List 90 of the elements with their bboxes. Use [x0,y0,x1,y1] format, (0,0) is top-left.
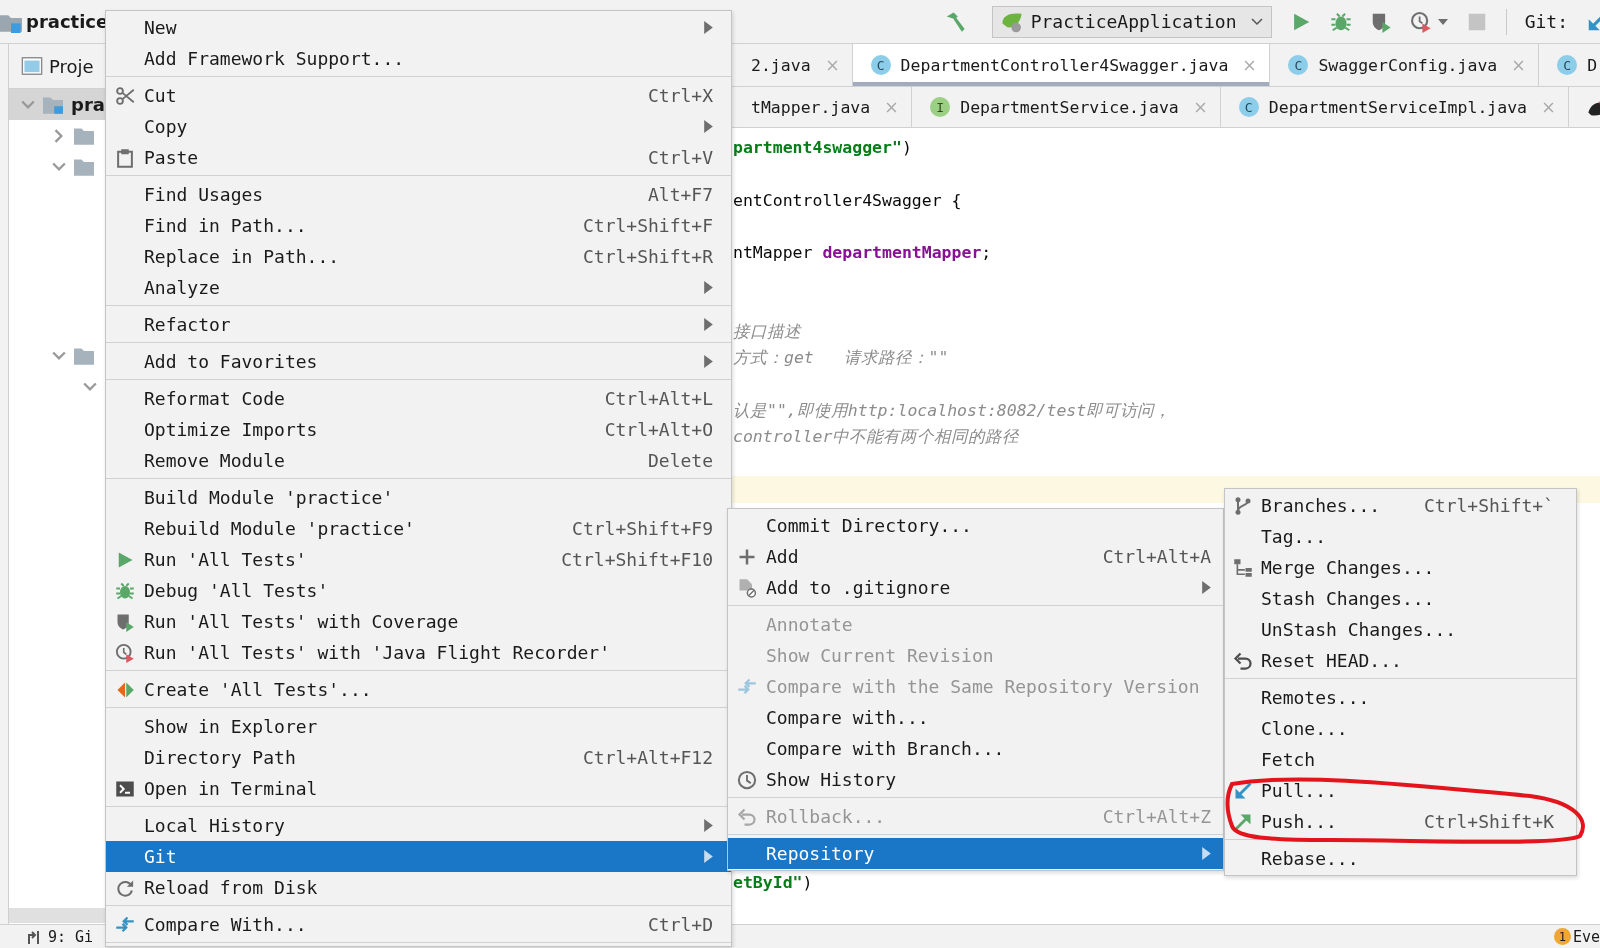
keyboard-shortcut: Delete [647,450,713,471]
menu-item[interactable]: Branches... Ctrl+Shift+` [1225,490,1576,521]
menu-item[interactable]: Paste Ctrl+V [106,142,731,173]
menu-item[interactable]: Add Framework Support... [106,43,731,74]
menu-item[interactable]: Find in Path... Ctrl+Shift+F [106,210,731,241]
menu-item[interactable]: Show History [728,764,1223,795]
menu-item[interactable]: Remove Module Delete [106,445,731,476]
menu-item[interactable]: Remotes... [1225,682,1576,713]
keyboard-shortcut: Alt+F7 [647,184,713,205]
vcs-label: Git: [1524,11,1568,32]
code-line: 方式：get 请求路径："" [733,347,949,369]
keyboard-shortcut: Ctrl+Shift+F [582,215,713,236]
menu-item[interactable]: Reformat Code Ctrl+Alt+L [106,383,731,414]
menu-item[interactable]: Stash Changes... [1225,583,1576,614]
keyboard-shortcut: Ctrl+D [647,914,713,935]
menu-item[interactable]: Push... Ctrl+Shift+K [1225,806,1576,837]
menu-item[interactable]: Run 'All Tests' Ctrl+Shift+F10 [106,544,731,575]
menu-item[interactable]: Optimize Imports Ctrl+Alt+O [106,414,731,445]
menu-item[interactable]: Tag... [1225,521,1576,552]
menu-item[interactable]: Show in Explorer [106,711,731,742]
menu-item[interactable]: New [106,12,731,43]
menu-item[interactable]: Reset HEAD... [1225,645,1576,676]
keyboard-shortcut: Ctrl+Alt+A [1102,546,1211,567]
code-line: partment4swagger") [733,137,912,159]
menu-item[interactable]: Debug 'All Tests' [106,575,731,606]
menu-item[interactable]: Reload from Disk [106,872,731,903]
menu-item[interactable]: Git [106,841,731,872]
menu-item[interactable]: Directory Path Ctrl+Alt+F12 [106,742,731,773]
menu-item[interactable]: Cut Ctrl+X [106,80,731,111]
keyboard-shortcut: Ctrl+Alt+L [604,388,713,409]
code-line: entController4Swagger { [733,189,962,212]
menu-item[interactable]: Merge Changes... [1225,552,1576,583]
keyboard-shortcut: Ctrl+Shift+F10 [561,549,713,570]
menu-item[interactable]: Fetch [1225,744,1576,775]
run-configuration-dropdown[interactable]: PracticeApplication [991,5,1272,38]
code-line: controller中不能有两个相同的路径 [733,425,1020,448]
file-type-icon: C [1288,55,1309,75]
menu-item[interactable]: Run 'All Tests' with Coverage [106,606,731,637]
menu-item[interactable]: Local History [106,810,731,841]
editor-tab[interactable]: C D [1539,44,1600,86]
menu-item[interactable]: Find Usages Alt+F7 [106,179,731,210]
menu-item[interactable]: UnStash Changes... [1225,614,1576,645]
event-log-button[interactable]: Eve [1572,927,1600,946]
menu-item[interactable]: Pull... [1225,775,1576,806]
editor-tab[interactable]: I DepartmentService.java [912,87,1221,127]
menu-item[interactable]: Compare with... [728,702,1223,733]
menu-item[interactable]: Build Module 'practice' [106,482,731,513]
notification-badge: 1 [1553,928,1571,945]
keyboard-shortcut: Ctrl+Alt+O [604,419,713,440]
keyboard-shortcut: Ctrl+Shift+R [582,246,713,267]
menu-item[interactable]: Replace in Path... Ctrl+Shift+R [106,241,731,272]
menu-item[interactable]: Commit Directory... [728,510,1223,541]
keyboard-shortcut: Ctrl+Alt+F12 [582,747,713,768]
menu-item[interactable]: Open in Terminal [106,773,731,804]
project-name[interactable]: practice [26,11,109,32]
menu-item[interactable]: Run 'All Tests' with 'Java Flight Recorder' [106,637,731,668]
menu-item[interactable]: Rebase... [1225,843,1576,874]
menu-item[interactable]: Add Ctrl+Alt+A [728,541,1223,572]
tree-row[interactable]: pra [9,89,106,120]
menu-item[interactable]: Compare with Branch... [728,733,1223,764]
keyboard-shortcut: Ctrl+X [647,85,713,106]
editor-tab[interactable]: C DepartmentController4Swagger.java [852,44,1271,86]
editor-tab[interactable]: tMapper.java [733,87,913,127]
menu-item[interactable]: Refactor [106,309,731,340]
menu-item[interactable]: Analyze [106,272,731,303]
menu-item[interactable]: Rebuild Module 'practice' Ctrl+Shift+F9 [106,513,731,544]
menu-item[interactable]: Add to .gitignore [728,572,1223,603]
menu-item[interactable]: Add to Favorites [106,346,731,377]
keyboard-shortcut: Ctrl+V [647,147,713,168]
file-type-icon: C [1557,55,1578,75]
code-line: 接口描述 [733,320,801,343]
file-type-icon: C [1238,97,1259,117]
menu-item[interactable]: Create 'All Tests'... [106,674,731,705]
file-type-icon: I [930,97,951,117]
tool-window-button[interactable]: 9: Gi [48,927,94,946]
menu-item[interactable]: Clone... [1225,713,1576,744]
code-line: 认是"",即使用http:localhost:8082/test即可访问， [733,399,1172,422]
keyboard-shortcut: Ctrl+Shift+F9 [572,518,713,539]
keyboard-shortcut: Ctrl+Shift+K [1423,811,1554,832]
code-line: ntMapper departmentMapper; [733,242,992,264]
code-line: etById") [733,872,813,894]
file-type-icon: C [870,55,891,75]
menu-item[interactable]: Compare With... Ctrl+D [106,909,731,940]
menu-item[interactable]: Copy [106,111,731,142]
menu-item[interactable]: Repository [728,838,1223,869]
keyboard-shortcut: Ctrl+Shift+` [1423,495,1554,516]
editor-tab[interactable]: 2.java [733,44,853,86]
editor-tab[interactable]: C SwaggerConfig.java [1270,44,1540,86]
editor-tab[interactable]: C DepartmentServiceImpl.java [1220,87,1570,127]
keyboard-shortcut: Ctrl+Alt+Z [1102,806,1211,827]
